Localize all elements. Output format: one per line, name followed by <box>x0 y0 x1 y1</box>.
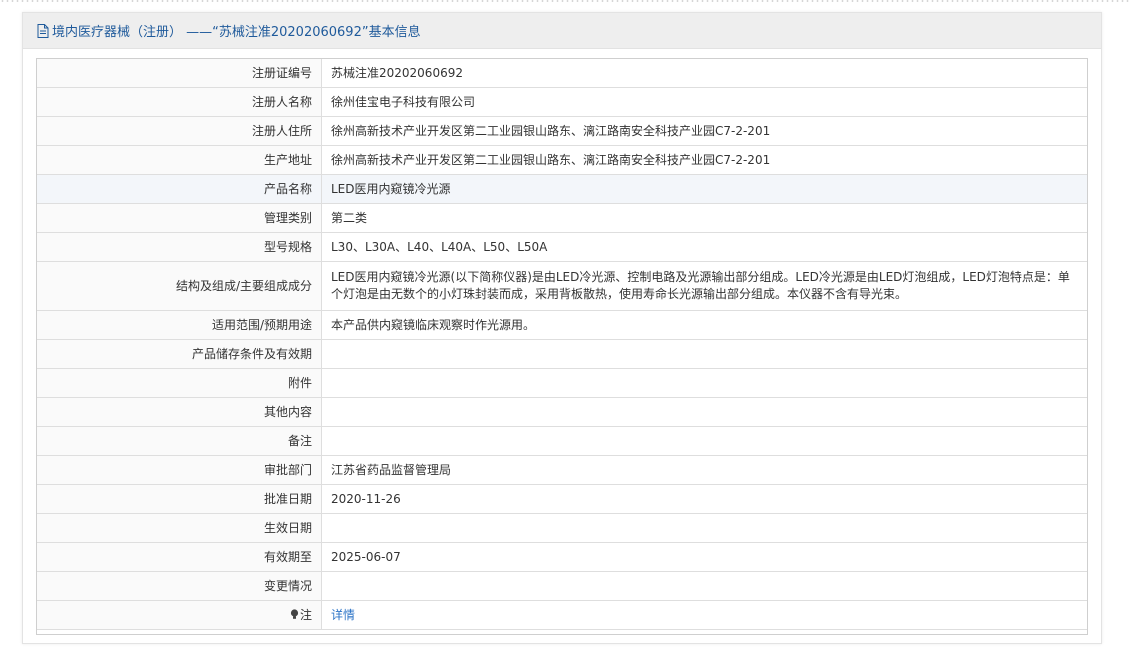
note-label: 注 <box>299 607 312 622</box>
row-value: LED医用内窥镜冷光源 <box>321 174 1087 204</box>
note-value-cell: 详情 <box>321 600 1087 630</box>
registration-info-panel: 境内医疗器械（注册） ——“苏械注准20202060692”基本信息 注册证编号… <box>22 12 1102 644</box>
row-value <box>321 397 1087 427</box>
table-row: 生效日期 <box>37 513 1087 543</box>
row-value: 苏械注准20202060692 <box>321 59 1087 88</box>
table-row: 注册人名称 徐州佳宝电子科技有限公司 <box>37 87 1087 117</box>
row-label: 生产地址 <box>37 145 322 175</box>
row-label: 产品储存条件及有效期 <box>37 339 322 369</box>
row-value <box>321 368 1087 398</box>
row-label: 注册人住所 <box>37 116 322 146</box>
row-value: L30、L30A、L40、L40A、L50、L50A <box>321 232 1087 262</box>
table-row: 备注 <box>37 426 1087 456</box>
row-value: 徐州高新技术产业开发区第二工业园银山路东、漓江路南安全科技产业园C7-2-201 <box>321 116 1087 146</box>
table-row: 管理类别 第二类 <box>37 203 1087 233</box>
table-row: 附件 <box>37 368 1087 398</box>
row-value <box>321 426 1087 456</box>
row-label: 注册证编号 <box>37 59 322 88</box>
panel-header: 境内医疗器械（注册） ——“苏械注准20202060692”基本信息 <box>23 13 1101 49</box>
table-row: 注册人住所 徐州高新技术产业开发区第二工业园银山路东、漓江路南安全科技产业园C7… <box>37 116 1087 146</box>
document-icon <box>37 23 49 38</box>
row-value: 第二类 <box>321 203 1087 233</box>
row-label: 批准日期 <box>37 484 322 514</box>
info-table-wrapper: 注册证编号 苏械注准20202060692 注册人名称 徐州佳宝电子科技有限公司… <box>36 58 1088 635</box>
row-value: LED医用内窥镜冷光源(以下简称仪器)是由LED冷光源、控制电路及光源输出部分组… <box>321 261 1087 311</box>
panel-title: 境内医疗器械（注册） ——“苏械注准20202060692”基本信息 <box>52 25 421 40</box>
table-row: 注册证编号 苏械注准20202060692 <box>37 59 1087 88</box>
row-value: 2025-06-07 <box>321 542 1087 572</box>
row-value: 徐州高新技术产业开发区第二工业园银山路东、漓江路南安全科技产业园C7-2-201 <box>321 145 1087 175</box>
table-row: 其他内容 <box>37 397 1087 427</box>
row-label: 注册人名称 <box>37 87 322 117</box>
row-label: 附件 <box>37 368 322 398</box>
table-row: 审批部门 江苏省药品监督管理局 <box>37 455 1087 485</box>
table-row: 产品名称 LED医用内窥镜冷光源 <box>37 174 1087 204</box>
row-label: 其他内容 <box>37 397 322 427</box>
row-value <box>321 339 1087 369</box>
row-value <box>321 513 1087 543</box>
table-row: 批准日期 2020-11-26 <box>37 484 1087 514</box>
row-value: 徐州佳宝电子科技有限公司 <box>321 87 1087 117</box>
row-label: 审批部门 <box>37 455 322 485</box>
note-label-cell: 注 <box>37 600 322 630</box>
table-row: 结构及组成/主要组成成分 LED医用内窥镜冷光源(以下简称仪器)是由LED冷光源… <box>37 261 1087 311</box>
table-row: 有效期至 2025-06-07 <box>37 542 1087 572</box>
table-row: 适用范围/预期用途 本产品供内窥镜临床观察时作光源用。 <box>37 310 1087 340</box>
row-label: 型号规格 <box>37 232 322 262</box>
table-row: 型号规格 L30、L30A、L40、L40A、L50、L50A <box>37 232 1087 262</box>
row-label: 产品名称 <box>37 174 322 204</box>
info-table: 注册证编号 苏械注准20202060692 注册人名称 徐州佳宝电子科技有限公司… <box>37 59 1087 630</box>
row-value <box>321 571 1087 601</box>
row-value: 江苏省药品监督管理局 <box>321 455 1087 485</box>
row-value: 2020-11-26 <box>321 484 1087 514</box>
table-row: 变更情况 <box>37 571 1087 601</box>
details-link[interactable]: 详情 <box>331 608 355 622</box>
table-row-note: 注 详情 <box>37 600 1087 630</box>
row-label: 生效日期 <box>37 513 322 543</box>
table-row: 生产地址 徐州高新技术产业开发区第二工业园银山路东、漓江路南安全科技产业园C7-… <box>37 145 1087 175</box>
row-label: 管理类别 <box>37 203 322 233</box>
top-dotted-border <box>0 0 1130 2</box>
row-value: 本产品供内窥镜临床观察时作光源用。 <box>321 310 1087 340</box>
row-label: 变更情况 <box>37 571 322 601</box>
row-label: 结构及组成/主要组成成分 <box>37 261 322 311</box>
row-label: 适用范围/预期用途 <box>37 310 322 340</box>
lightbulb-icon <box>290 608 299 619</box>
row-label: 备注 <box>37 426 322 456</box>
table-row: 产品储存条件及有效期 <box>37 339 1087 369</box>
row-label: 有效期至 <box>37 542 322 572</box>
